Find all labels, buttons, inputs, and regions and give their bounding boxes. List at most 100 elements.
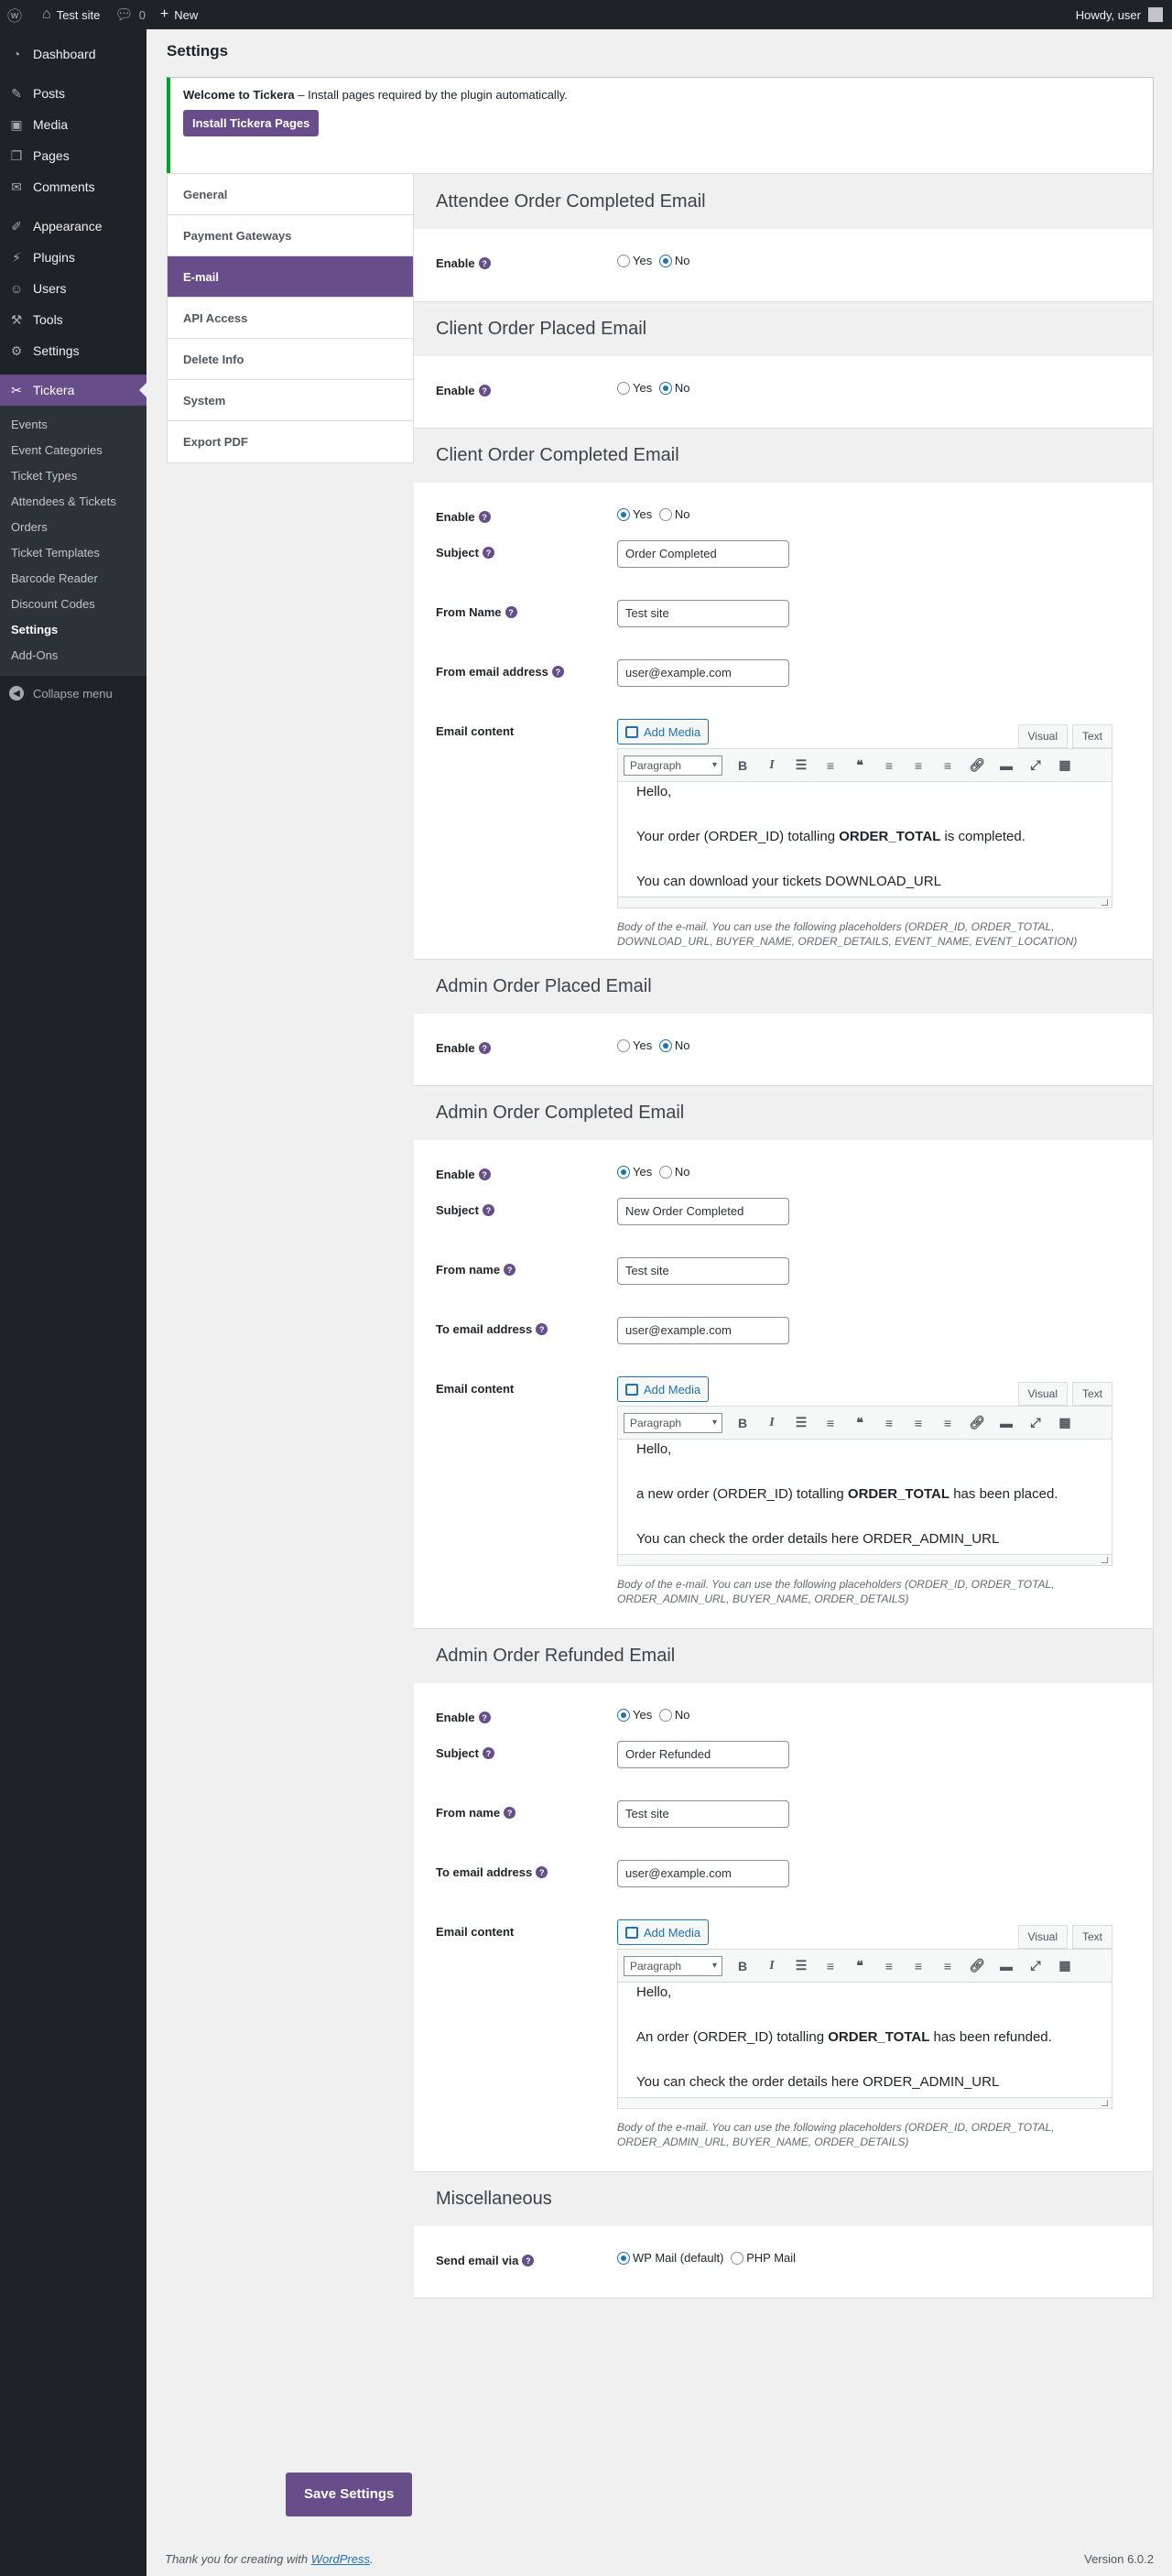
quote-icon[interactable]: ❝ [845, 1958, 874, 1973]
tab-delete-info[interactable]: Delete Info [168, 339, 413, 380]
help-icon[interactable]: ? [478, 385, 491, 397]
text-tab[interactable]: Text [1071, 1382, 1112, 1406]
submenu-item-orders[interactable]: Orders [0, 515, 146, 540]
radio-php-mail[interactable]: PHP Mail [731, 2251, 796, 2265]
fullscreen-icon[interactable]: ⤢ [1021, 1415, 1050, 1430]
submenu-item-settings[interactable]: Settings [0, 617, 146, 643]
align-right-icon[interactable]: ≡ [933, 758, 962, 773]
toolbar-toggle-icon[interactable]: ▦ [1050, 1958, 1080, 1973]
align-left-icon[interactable]: ≡ [874, 1959, 904, 1973]
sidebar-item-media[interactable]: ▣ Media [0, 109, 146, 140]
new-content-link[interactable]: + New [153, 0, 205, 29]
radio-no[interactable]: No [658, 254, 689, 267]
from-name-input[interactable]: Test site [617, 1257, 789, 1285]
tab-system[interactable]: System [168, 380, 413, 421]
visual-tab[interactable]: Visual [1017, 1925, 1068, 1949]
bullet-list-icon[interactable]: ☰ [787, 1958, 816, 1973]
sidebar-item-settings[interactable]: ⚙ Settings [0, 335, 146, 366]
format-select[interactable]: Paragraph [624, 1955, 722, 1976]
bullet-list-icon[interactable]: ☰ [787, 757, 816, 773]
help-icon[interactable]: ? [504, 1264, 516, 1276]
help-icon[interactable]: ? [522, 2255, 535, 2266]
my-account[interactable]: Howdy, user [1076, 7, 1172, 22]
format-select[interactable]: Paragraph [624, 1412, 722, 1433]
bold-icon[interactable]: B [728, 1416, 757, 1430]
from-name-input[interactable]: Test site [617, 1800, 789, 1828]
comments-link[interactable]: 💬︎ 0 [107, 0, 153, 29]
help-icon[interactable]: ? [478, 511, 491, 523]
to-email-input[interactable]: user@example.com [617, 1860, 789, 1887]
radio-yes[interactable]: Yes [617, 507, 652, 521]
radio-yes[interactable]: Yes [617, 254, 652, 267]
radio-yes[interactable]: Yes [617, 1165, 652, 1179]
radio-wp-mail[interactable]: WP Mail (default) [617, 2251, 723, 2265]
help-icon[interactable]: ? [478, 1168, 491, 1180]
editor-body[interactable]: Hello, Your order (ORDER_ID) totalling O… [618, 782, 1112, 897]
align-left-icon[interactable]: ≡ [874, 758, 904, 773]
to-email-input[interactable]: user@example.com [617, 1317, 789, 1344]
radio-no[interactable]: No [658, 1038, 689, 1052]
add-media-button[interactable]: Add Media [617, 1376, 710, 1402]
help-icon[interactable]: ? [478, 257, 491, 269]
tab-api-access[interactable]: API Access [168, 298, 413, 339]
toolbar-toggle-icon[interactable]: ▦ [1050, 1415, 1080, 1430]
align-left-icon[interactable]: ≡ [874, 1416, 904, 1430]
submenu-item-ticket-templates[interactable]: Ticket Templates [0, 540, 146, 566]
from-email-input[interactable]: user@example.com [617, 659, 789, 687]
bold-icon[interactable]: B [728, 758, 757, 773]
subject-input[interactable]: Order Completed [617, 540, 789, 568]
link-icon[interactable]: 🔗︎ [962, 1415, 992, 1430]
numbered-list-icon[interactable]: ≡ [816, 1416, 845, 1430]
numbered-list-icon[interactable]: ≡ [816, 1959, 845, 1973]
sidebar-item-posts[interactable]: ✎ Posts [0, 78, 146, 109]
help-icon[interactable]: ? [482, 1204, 494, 1216]
editor-resize-handle[interactable] [618, 1554, 1112, 1565]
submenu-item-event-categories[interactable]: Event Categories [0, 438, 146, 463]
tab-general[interactable]: General [168, 174, 413, 215]
fullscreen-icon[interactable]: ⤢ [1021, 1958, 1050, 1973]
sidebar-item-pages[interactable]: ❐ Pages [0, 140, 146, 171]
text-tab[interactable]: Text [1071, 724, 1112, 748]
help-icon[interactable]: ? [505, 606, 517, 618]
numbered-list-icon[interactable]: ≡ [816, 758, 845, 773]
sidebar-item-tools[interactable]: ⚒ Tools [0, 304, 146, 335]
editor-resize-handle[interactable] [618, 2097, 1112, 2108]
radio-no[interactable]: No [658, 1165, 689, 1179]
submenu-item-discount-codes[interactable]: Discount Codes [0, 592, 146, 617]
editor-resize-handle[interactable] [618, 897, 1112, 908]
help-icon[interactable]: ? [504, 1807, 516, 1819]
sidebar-item-dashboard[interactable]: ◔ Dashboard [0, 38, 146, 70]
submenu-item-events[interactable]: Events [0, 412, 146, 438]
help-icon[interactable]: ? [482, 1747, 494, 1759]
editor-body[interactable]: Hello, a new order (ORDER_ID) totalling … [618, 1440, 1112, 1554]
fullscreen-icon[interactable]: ⤢ [1021, 757, 1050, 773]
from-name-input[interactable]: Test site [617, 600, 789, 627]
submenu-item-add-ons[interactable]: Add-Ons [0, 643, 146, 668]
add-media-button[interactable]: Add Media [617, 719, 710, 745]
collapse-menu-button[interactable]: ◀ Collapse menu [0, 678, 146, 709]
save-settings-button[interactable]: Save Settings [286, 2473, 413, 2516]
italic-icon[interactable]: I [757, 1959, 787, 1973]
radio-no[interactable]: No [658, 381, 689, 395]
add-media-button[interactable]: Add Media [617, 1919, 710, 1945]
read-more-icon[interactable]: ▬ [992, 1959, 1021, 1973]
align-right-icon[interactable]: ≡ [933, 1416, 962, 1430]
text-tab[interactable]: Text [1071, 1925, 1112, 1949]
italic-icon[interactable]: I [757, 1416, 787, 1430]
sidebar-item-plugins[interactable]: ⚡︎ Plugins [0, 242, 146, 273]
visual-tab[interactable]: Visual [1017, 724, 1068, 748]
quote-icon[interactable]: ❝ [845, 1415, 874, 1430]
submenu-item-barcode-reader[interactable]: Barcode Reader [0, 566, 146, 592]
radio-yes[interactable]: Yes [617, 381, 652, 395]
radio-yes[interactable]: Yes [617, 1038, 652, 1052]
visual-tab[interactable]: Visual [1017, 1382, 1068, 1406]
radio-no[interactable]: No [658, 1708, 689, 1722]
help-icon[interactable]: ? [482, 547, 494, 559]
editor-body[interactable]: Hello, An order (ORDER_ID) totalling ORD… [618, 1983, 1112, 2097]
help-icon[interactable]: ? [551, 666, 564, 678]
bullet-list-icon[interactable]: ☰ [787, 1415, 816, 1430]
read-more-icon[interactable]: ▬ [992, 758, 1021, 773]
sidebar-item-appearance[interactable]: ✐ Appearance [0, 211, 146, 242]
subject-input[interactable]: New Order Completed [617, 1198, 789, 1225]
link-icon[interactable]: 🔗︎ [962, 757, 992, 773]
